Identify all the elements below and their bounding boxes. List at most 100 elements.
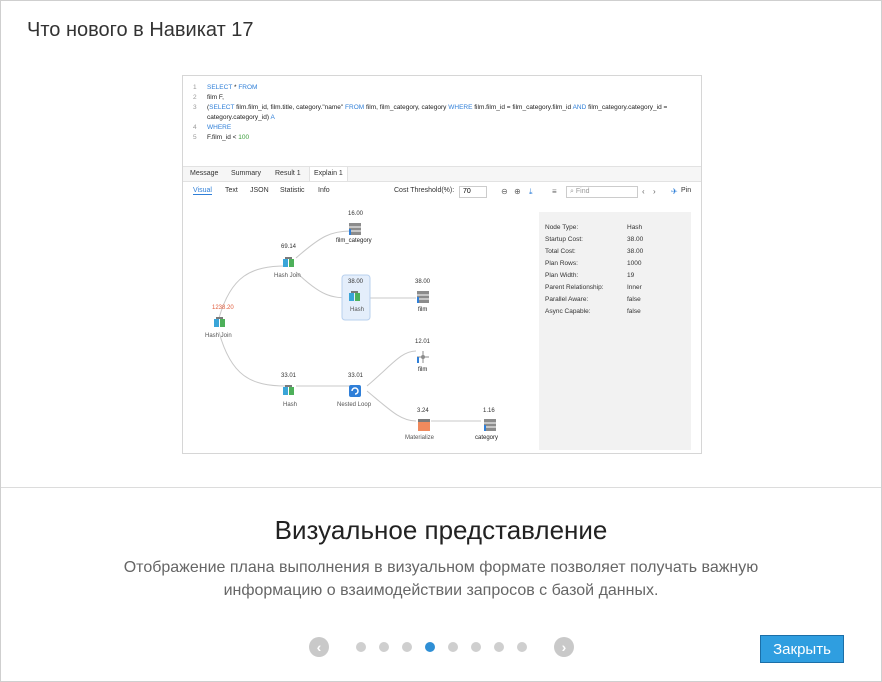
subtab-statistic[interactable]: Statistic [280, 187, 305, 194]
detail-key: Startup Cost: [545, 236, 583, 243]
node-label: Materialize [405, 435, 435, 441]
node-details-panel: Node Type: Hash Startup Cost: 38.00 Total … [539, 212, 691, 450]
chevron-right-icon[interactable]: › [554, 637, 574, 657]
description-line: информацию о взаимодействии запросов с б… [223, 582, 659, 599]
find-input[interactable]: ⌕ Find [566, 186, 638, 198]
node-label: Hash [283, 402, 298, 408]
pager-dot[interactable] [494, 642, 504, 652]
code-line: 1 SELECT * FROM [193, 84, 258, 91]
detail-value: Inner [627, 284, 642, 291]
explain-subtabs: Visual Text JSON Statistic Info Cost Thr… [183, 182, 701, 200]
pager-dot[interactable] [379, 642, 389, 652]
detail-key: Plan Width: [545, 272, 579, 279]
tab-explain-1[interactable]: Explain 1 [309, 167, 348, 181]
tab-result-1[interactable]: Result 1 [275, 170, 301, 177]
node-cost: 16.00 [348, 211, 364, 217]
node-cost: 38.00 [348, 279, 364, 285]
table-icon[interactable] [417, 290, 429, 303]
detail-value: 38.00 [627, 236, 644, 243]
download-icon[interactable]: ⤓ [529, 187, 533, 197]
node-label: Hash [350, 307, 365, 313]
description-line: Отображение плана выполнения в визуально… [123, 559, 759, 576]
code-line: 5 F.film_id < 100 [193, 134, 250, 141]
sql-editor: 1 SELECT * FROM 2 film F, 3 (SELECT film.fi… [183, 76, 701, 162]
hash-icon[interactable] [283, 384, 295, 396]
pager-dot[interactable] [517, 642, 527, 652]
detail-key: Parallel Aware: [545, 296, 589, 303]
search-icon: ⌕ [570, 188, 574, 195]
close-button[interactable]: Закрыть [760, 635, 844, 663]
node-label: film [418, 367, 428, 373]
cost-threshold-input[interactable]: 70 [459, 186, 487, 198]
code-line: 3 (SELECT film.film_id, film.title, categ… [193, 104, 668, 111]
code-line: 2 film F, [193, 94, 224, 101]
node-label: Hash Join [274, 273, 301, 279]
feature-description: Отображение плана выполнения в визуально… [91, 556, 791, 602]
node-label: Nested Loop [337, 402, 372, 408]
pager-dot[interactable] [471, 642, 481, 652]
detail-key: Node Type: [545, 224, 579, 231]
detail-value: false [627, 308, 641, 315]
hash-join-icon[interactable] [283, 256, 295, 268]
node-cost: 3.24 [417, 408, 429, 414]
node-cost: 33.01 [348, 373, 364, 379]
zoom-in-icon[interactable]: ⊕ [514, 187, 521, 196]
node-label: film [418, 307, 428, 313]
tab-summary[interactable]: Summary [231, 170, 261, 177]
pager-dot[interactable] [402, 642, 412, 652]
explain-diagram: 1238.20 Hash Join 69.14 Hash Join 16.00 … [191, 206, 536, 451]
code-line: 4 WHERE [193, 124, 232, 131]
hash-icon[interactable] [349, 290, 361, 302]
detail-key: Total Cost: [545, 248, 576, 255]
feature-heading: Визуальное представление [274, 515, 608, 545]
next-match-icon[interactable]: › [653, 187, 656, 196]
node-cost: 1.16 [483, 408, 495, 414]
materialize-icon[interactable] [418, 418, 430, 431]
table-icon[interactable] [484, 418, 496, 431]
prev-match-icon[interactable]: ‹ [642, 187, 645, 196]
node-cost: 69.14 [281, 244, 297, 250]
whats-new-dialog: Что нового в Навикат 17 1 SELECT * FROM 2… [0, 0, 882, 682]
edge [366, 350, 417, 387]
detail-value: Hash [627, 224, 643, 231]
table-icon[interactable] [349, 222, 361, 235]
dialog-title: Что нового в Навикат 17 [27, 19, 254, 41]
detail-key: Plan Rows: [545, 260, 578, 267]
feature-screenshot: 1 SELECT * FROM 2 film F, 3 (SELECT film.fi… [182, 75, 702, 454]
detail-value: 38.00 [627, 248, 644, 255]
chevron-left-icon[interactable]: ‹ [309, 637, 329, 657]
filter-icon[interactable]: ≡ [552, 187, 557, 196]
pager-dot[interactable] [356, 642, 366, 652]
edge [366, 390, 417, 422]
tab-message[interactable]: Message [190, 170, 218, 177]
node-cost: 12.01 [415, 339, 431, 345]
edge [295, 230, 352, 259]
node-cost: 33.01 [281, 373, 297, 379]
cost-threshold-label: Cost Threshold(%): [394, 187, 455, 194]
node-label: film_category [336, 238, 372, 244]
detail-value: 1000 [627, 260, 642, 267]
subtab-json[interactable]: JSON [250, 187, 269, 194]
result-tabs: Message Summary Result 1 Explain 1 [183, 166, 701, 182]
edge [218, 331, 287, 387]
pager-dot[interactable] [425, 642, 435, 652]
zoom-out-icon[interactable]: ⊖ [501, 187, 508, 196]
index-scan-icon[interactable] [417, 350, 429, 363]
detail-value: 19 [627, 272, 635, 279]
pin-icon[interactable]: ✈ [671, 187, 678, 196]
hash-join-icon[interactable] [214, 316, 226, 328]
code-line: category.category_id) A [207, 114, 275, 121]
detail-key: Parent Relationship: [545, 284, 604, 291]
node-label: category [475, 435, 499, 441]
detail-key: Async Capable: [545, 308, 591, 315]
subtab-info[interactable]: Info [318, 187, 330, 194]
node-cost: 38.00 [415, 279, 431, 285]
pager-dot[interactable] [448, 642, 458, 652]
node-label: Hash Join [205, 333, 232, 339]
subtab-visual[interactable]: Visual [193, 187, 212, 195]
pin-label[interactable]: Pin [681, 187, 691, 194]
node-cost: 1238.20 [212, 305, 234, 311]
nested-loop-icon[interactable] [349, 384, 361, 397]
subtab-text[interactable]: Text [225, 187, 238, 194]
divider [1, 487, 881, 488]
